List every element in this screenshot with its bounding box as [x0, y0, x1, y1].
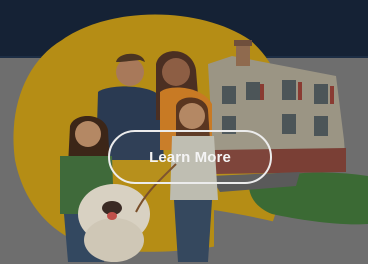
learn-more-label: Learn More	[149, 148, 231, 166]
learn-more-button[interactable]: Learn More	[108, 130, 272, 184]
